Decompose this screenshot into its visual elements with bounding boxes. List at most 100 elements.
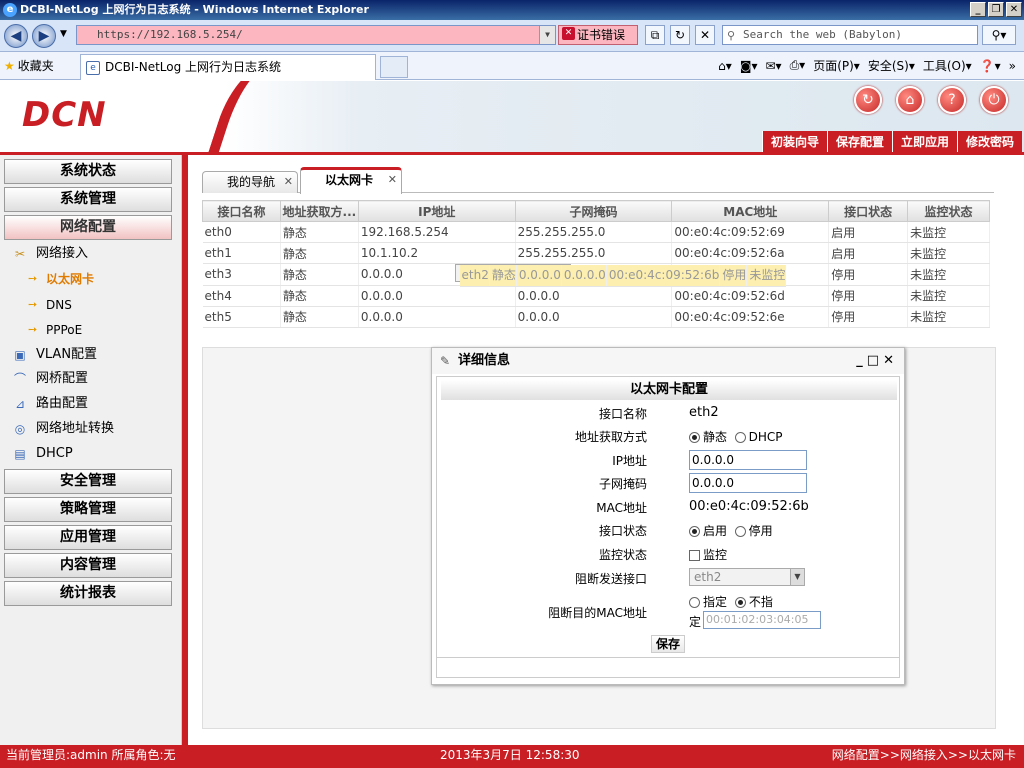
value-iface: eth2 xyxy=(689,405,719,420)
sidebar-item-dns[interactable]: DNS xyxy=(28,294,72,316)
table-cell: eth5 xyxy=(202,306,281,328)
change-password-link[interactable]: 修改密码 xyxy=(956,131,1022,153)
tab-ethernet[interactable]: 以太网卡 ✕ xyxy=(300,167,402,194)
radio-mac-nospec[interactable] xyxy=(734,597,746,608)
table-row[interactable]: eth5 静态 0.0.0.0 0.0.0.0 00:e0:4c:09:52:6e 停用未… xyxy=(202,306,990,328)
tools-menu[interactable]: 工具(O)▾ xyxy=(923,57,972,74)
table-cell: eth4 xyxy=(202,285,281,307)
radio-dhcp[interactable] xyxy=(734,432,746,443)
new-tab-button[interactable] xyxy=(380,56,408,78)
block-iface-select[interactable]: eth2 ▼ xyxy=(689,568,805,586)
table-cell: 0.0.0.0 xyxy=(358,285,516,307)
help-circle-icon[interactable]: ? xyxy=(938,86,966,114)
table-cell: 00:e0:4c:09:52:6d xyxy=(671,285,830,307)
minimize-dialog-icon[interactable]: _ xyxy=(856,353,867,368)
sidebar-item-pppoe[interactable]: PPPoE xyxy=(28,319,82,341)
home-circle-icon[interactable]: ⌂ xyxy=(896,86,924,114)
refresh-icon[interactable]: ↻ xyxy=(670,25,690,45)
label-state: 接口状态 xyxy=(598,524,647,538)
forward-button[interactable]: ▶ xyxy=(32,24,56,48)
col-header[interactable]: 地址获取方... xyxy=(279,200,359,222)
block-mac-input[interactable]: 00:01:02:03:04:05 xyxy=(703,611,821,629)
dialog-header: ✎ 详细信息 _□✕ xyxy=(432,348,904,374)
maximize-dialog-icon[interactable]: □ xyxy=(867,353,883,368)
help-icon[interactable]: ❓▾ xyxy=(980,59,1001,73)
tab-my-navigation[interactable]: 我的导航 ✕ xyxy=(202,171,298,193)
search-button[interactable]: ⚲▾ xyxy=(982,25,1016,45)
table-cell: 静态 xyxy=(280,285,359,307)
table-cell: 未监控 xyxy=(907,285,990,307)
menu-content[interactable]: 内容管理 xyxy=(4,553,172,578)
stop-icon[interactable]: ✕ xyxy=(695,25,715,45)
address-dropdown-icon[interactable]: ▼ xyxy=(539,26,555,44)
table-row[interactable]: eth2 静态 0.0.0.0 0.0.0.0 00:e0:4c:09:52:6b 停用未… xyxy=(454,264,787,287)
page-menu[interactable]: 页面(P)▾ xyxy=(813,57,860,74)
radio-disable[interactable] xyxy=(734,526,746,537)
browser-tab[interactable]: e DCBI-NetLog 上网行为日志系统 xyxy=(80,54,376,80)
close-tab-icon[interactable]: ✕ xyxy=(388,170,397,190)
overflow-icon[interactable]: » xyxy=(1009,59,1016,73)
apply-now-link[interactable]: 立即应用 xyxy=(891,131,957,153)
radio-wrap-text: 定 xyxy=(689,615,702,629)
page-icon: e xyxy=(86,61,100,75)
sidebar-item-dhcp[interactable]: ▤ DHCP xyxy=(12,443,172,465)
favorites-button[interactable]: ★ 收藏夹 xyxy=(4,57,54,74)
col-header[interactable]: IP地址 xyxy=(357,200,516,222)
sidebar-item-network-access[interactable]: ✂ 网络接入 xyxy=(12,243,172,265)
save-button[interactable]: 保存 xyxy=(651,635,685,653)
radio-enable[interactable] xyxy=(689,526,700,537)
col-header[interactable]: 监控状态 xyxy=(907,200,990,222)
status-bar: 当前管理员:admin 所属角色:无 2013年3月7日 12:58:30 网络… xyxy=(0,745,1024,768)
col-header[interactable]: 子网掩码 xyxy=(514,200,673,222)
sidebar-item-bridge[interactable]: ⌒ 网桥配置 xyxy=(12,368,172,390)
ip-input[interactable]: 0.0.0.0 xyxy=(689,450,807,470)
setup-wizard-link[interactable]: 初装向导 xyxy=(761,131,827,153)
col-header[interactable]: 接口状态 xyxy=(828,200,909,222)
menu-system-management[interactable]: 系统管理 xyxy=(4,187,172,212)
close-dialog-icon[interactable]: ✕ xyxy=(883,353,898,368)
back-button[interactable]: ◀ xyxy=(4,24,28,48)
mail-icon[interactable]: ✉▾ xyxy=(765,59,781,73)
radio-static[interactable] xyxy=(689,432,700,443)
table-row[interactable]: eth0 静态 192.168.5.254 255.255.255.0 00:e0:4c… xyxy=(202,221,990,243)
menu-network-config[interactable]: 网络配置 xyxy=(4,215,172,240)
block-mac-radio-group: 指定 不指 xyxy=(689,593,829,610)
menu-security[interactable]: 安全管理 xyxy=(4,469,172,494)
close-tab-icon[interactable]: ✕ xyxy=(284,172,293,192)
table-cell: 0.0.0.0 xyxy=(515,285,673,307)
table-row[interactable]: eth1 静态 10.1.10.2 255.255.255.0 00:e0:4c:09:… xyxy=(202,242,990,264)
address-input[interactable]: https://192.168.5.254/ ▼ xyxy=(76,25,556,45)
feeds-icon[interactable]: ◙▾ xyxy=(740,59,758,73)
save-config-link[interactable]: 保存配置 xyxy=(826,131,892,153)
sidebar-item-ethernet[interactable]: 以太网卡 xyxy=(28,268,94,290)
menu-reports[interactable]: 统计报表 xyxy=(4,581,172,606)
label-block-mac: 阻断目的MAC地址 xyxy=(548,606,647,620)
col-header[interactable]: 接口名称 xyxy=(202,200,281,222)
monitor-checkbox[interactable] xyxy=(689,550,700,561)
menu-application[interactable]: 应用管理 xyxy=(4,525,172,550)
history-dropdown-icon[interactable]: ▼ xyxy=(60,29,67,39)
table-row[interactable]: eth4 静态 0.0.0.0 0.0.0.0 00:e0:4c:09:52:6d 停用未… xyxy=(202,285,990,307)
minimize-button[interactable]: _ xyxy=(970,2,986,17)
close-window-button[interactable]: ✕ xyxy=(1006,2,1022,17)
home-icon[interactable]: ⌂▾ xyxy=(718,59,732,73)
sidebar-item-vlan[interactable]: ▣ VLAN配置 xyxy=(12,344,172,366)
search-input[interactable]: ⚲ Search the web (Babylon) xyxy=(722,25,978,45)
search-icon: ⚲ xyxy=(727,29,736,42)
restore-button[interactable]: ❐ xyxy=(988,2,1004,17)
mask-input[interactable]: 0.0.0.0 xyxy=(689,473,807,493)
print-icon[interactable]: ⎙▾ xyxy=(790,58,806,73)
menu-policy[interactable]: 策略管理 xyxy=(4,497,172,522)
safety-menu[interactable]: 安全(S)▾ xyxy=(868,57,915,74)
sidebar-item-route[interactable]: ⊿ 路由配置 xyxy=(12,393,172,415)
logout-circle-icon[interactable]: ⏻ xyxy=(980,86,1008,114)
cert-error-button[interactable]: 证书错误 xyxy=(558,25,638,45)
refresh-circle-icon[interactable]: ↻ xyxy=(854,86,882,114)
menu-system-status[interactable]: 系统状态 xyxy=(4,159,172,184)
radio-mac-specify[interactable] xyxy=(689,597,700,608)
table-cell: 静态 xyxy=(280,264,359,286)
col-header[interactable]: MAC地址 xyxy=(671,200,830,222)
compat-view-icon[interactable]: ⧉ xyxy=(645,25,665,45)
sidebar-item-nat[interactable]: ◎ 网络地址转换 xyxy=(12,418,172,440)
table-cell: 255.255.255.0 xyxy=(515,242,673,264)
